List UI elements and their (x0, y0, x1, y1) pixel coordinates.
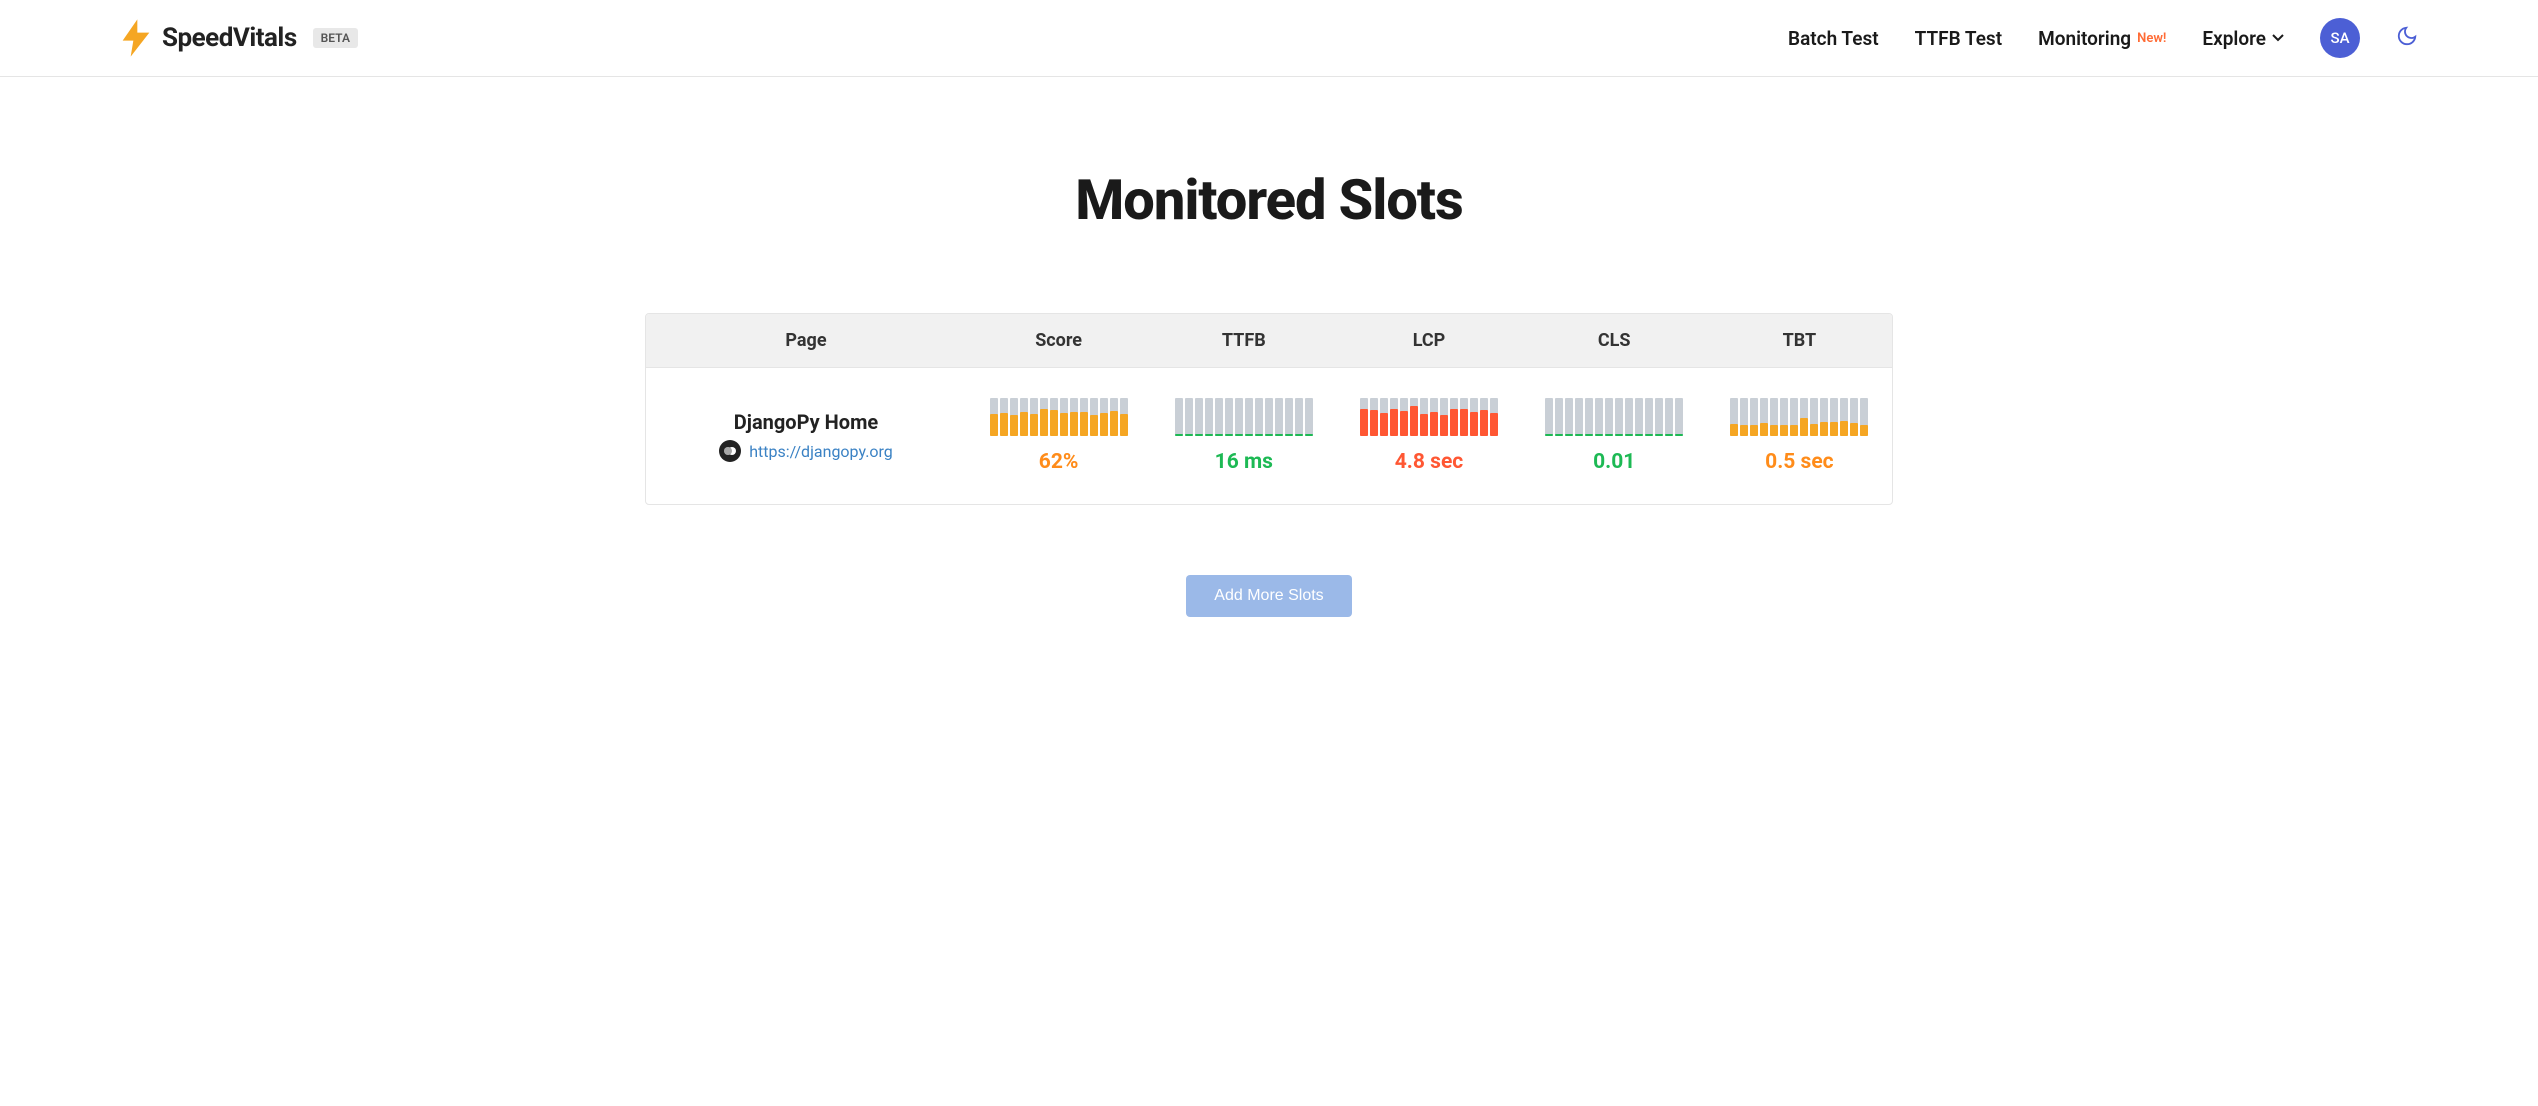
logo[interactable]: SpeedVitals BETA (120, 19, 358, 57)
lcp-value: 4.8 sec (1395, 450, 1463, 474)
metric-ttfb: 16 ms (1151, 398, 1336, 474)
col-score: Score (966, 314, 1151, 367)
beta-badge: BETA (313, 28, 358, 48)
header: SpeedVitals BETA Batch Test TTFB Test Mo… (0, 0, 2538, 77)
spark-ttfb (1175, 398, 1313, 436)
table-row[interactable]: DjangoPy Home https://djangopy.org 62% 1… (646, 368, 1892, 504)
bolt-icon (120, 19, 152, 57)
page-name: DjangoPy Home (734, 410, 878, 434)
col-cls: CLS (1522, 314, 1707, 367)
col-ttfb: TTFB (1151, 314, 1336, 367)
page-url[interactable]: https://djangopy.org (749, 442, 893, 461)
nav-explore-label: Explore (2202, 27, 2266, 50)
spark-score (990, 398, 1128, 436)
metric-cls: 0.01 (1522, 398, 1707, 474)
theme-toggle[interactable] (2396, 25, 2418, 51)
ttfb-value: 16 ms (1215, 450, 1273, 474)
nav-batch-test[interactable]: Batch Test (1788, 27, 1879, 50)
nav: Batch Test TTFB Test Monitoring New! Exp… (1788, 18, 2418, 58)
col-page: Page (646, 314, 966, 367)
col-lcp: LCP (1336, 314, 1521, 367)
page-url-row: https://djangopy.org (719, 440, 893, 462)
cls-value: 0.01 (1593, 450, 1635, 474)
brand-text: SpeedVitals (162, 23, 297, 53)
page-title: Monitored Slots (645, 167, 1893, 233)
moon-icon (2396, 25, 2418, 47)
add-more-slots-button[interactable]: Add More Slots (1186, 575, 1351, 617)
score-value: 62% (1039, 450, 1079, 474)
page-cell: DjangoPy Home https://djangopy.org (646, 398, 966, 474)
table-header: Page Score TTFB LCP CLS TBT (646, 314, 1892, 368)
col-tbt: TBT (1707, 314, 1892, 367)
metric-tbt: 0.5 sec (1707, 398, 1892, 474)
tbt-value: 0.5 sec (1765, 450, 1833, 474)
avatar[interactable]: SA (2320, 18, 2360, 58)
favicon-icon (719, 440, 741, 462)
main: Monitored Slots Page Score TTFB LCP CLS … (629, 167, 1909, 617)
new-tag: New! (2137, 31, 2166, 46)
spark-cls (1545, 398, 1683, 436)
spark-tbt (1730, 398, 1868, 436)
nav-ttfb-test[interactable]: TTFB Test (1915, 27, 2002, 50)
nav-monitoring[interactable]: Monitoring New! (2038, 27, 2166, 50)
metric-score: 62% (966, 398, 1151, 474)
nav-explore[interactable]: Explore (2202, 27, 2284, 50)
metric-lcp: 4.8 sec (1336, 398, 1521, 474)
nav-monitoring-label: Monitoring (2038, 27, 2131, 50)
spark-lcp (1360, 398, 1498, 436)
slots-table: Page Score TTFB LCP CLS TBT DjangoPy Hom… (645, 313, 1893, 505)
chevron-down-icon (2272, 34, 2284, 42)
add-button-wrap: Add More Slots (645, 575, 1893, 617)
